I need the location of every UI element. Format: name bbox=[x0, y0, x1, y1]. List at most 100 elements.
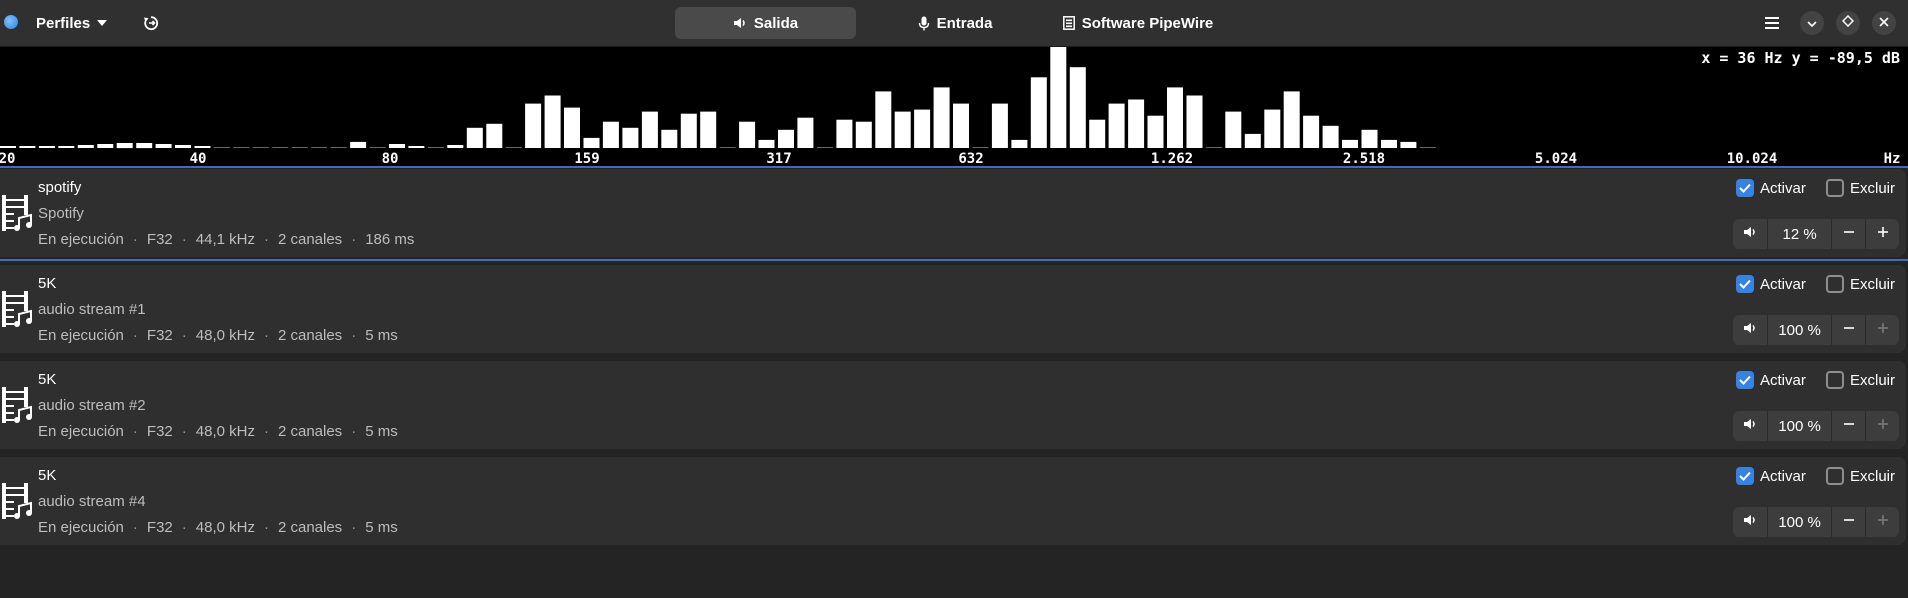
enable-checkbox[interactable]: Activar bbox=[1736, 179, 1806, 197]
spectrum-bar bbox=[175, 145, 191, 148]
exclude-checkbox[interactable]: Excluir bbox=[1826, 467, 1895, 485]
selected-stream-indicator bbox=[0, 259, 1908, 261]
minimize-button[interactable] bbox=[1800, 11, 1824, 35]
stream-subtitle: audio stream #4 bbox=[38, 493, 146, 510]
spectrum-bar bbox=[116, 143, 133, 149]
spectrum-bar bbox=[1205, 147, 1222, 148]
spectrum-bar bbox=[233, 147, 250, 148]
spectrum-bar bbox=[914, 109, 931, 148]
chevron-down-icon bbox=[97, 20, 108, 26]
stream-info: En ejecución · F32 · 48,0 kHz · 2 canales · … bbox=[38, 327, 398, 344]
profiles-label: Perfiles bbox=[36, 14, 91, 32]
spectrum-bar bbox=[1108, 103, 1125, 148]
separator-dot: · bbox=[181, 231, 187, 248]
stream-rate: 44,1 kHz bbox=[195, 231, 255, 248]
tab-entrada[interactable]: Entrada bbox=[900, 7, 1010, 39]
speaker-icon bbox=[1743, 321, 1757, 340]
separator-dot: · bbox=[132, 423, 138, 440]
spectrum-bar bbox=[1225, 111, 1242, 148]
exclude-checkbox[interactable]: Excluir bbox=[1826, 371, 1895, 389]
spectrum-bar bbox=[252, 147, 269, 148]
reset-button[interactable] bbox=[140, 7, 162, 39]
volume-value[interactable]: 100 % bbox=[1768, 514, 1832, 531]
volume-value[interactable]: 12 % bbox=[1768, 226, 1832, 243]
stream-format: F32 bbox=[146, 327, 173, 344]
separator-dot: · bbox=[263, 423, 269, 440]
tab-salida[interactable]: Salida bbox=[675, 7, 856, 39]
plus-icon bbox=[1877, 225, 1889, 243]
spectrum-bar bbox=[1264, 109, 1281, 148]
volume-down-button[interactable] bbox=[1831, 507, 1865, 537]
spectrum-bar bbox=[58, 146, 75, 148]
spectrum-bar bbox=[447, 145, 464, 148]
spectrum-bar bbox=[525, 103, 542, 148]
enable-label: Activar bbox=[1760, 467, 1806, 485]
spectrum-bar bbox=[700, 111, 717, 148]
spectrum-bar bbox=[953, 103, 969, 148]
volume-down-button[interactable] bbox=[1831, 219, 1865, 249]
stream-info: En ejecución · F32 · 48,0 kHz · 2 canales · … bbox=[38, 423, 398, 440]
stream-subtitle: audio stream #1 bbox=[38, 301, 146, 318]
checkbox-checked-icon bbox=[1736, 179, 1754, 197]
checkbox-unchecked-icon bbox=[1826, 467, 1844, 485]
exclude-checkbox[interactable]: Excluir bbox=[1826, 179, 1895, 197]
main-menu-button[interactable] bbox=[1760, 7, 1784, 39]
enable-label: Activar bbox=[1760, 179, 1806, 197]
enable-checkbox[interactable]: Activar bbox=[1736, 371, 1806, 389]
exclude-checkbox[interactable]: Excluir bbox=[1826, 275, 1895, 293]
mute-button[interactable] bbox=[1733, 219, 1768, 249]
stream-subtitle: audio stream #2 bbox=[38, 397, 146, 414]
spectrum-bar bbox=[19, 146, 36, 148]
spectrum-bar bbox=[291, 147, 308, 148]
spectrum-bar bbox=[1361, 129, 1378, 148]
volume-down-button[interactable] bbox=[1831, 411, 1865, 441]
volume-up-button[interactable] bbox=[1865, 507, 1899, 537]
maximize-button[interactable] bbox=[1836, 11, 1860, 35]
exclude-label: Excluir bbox=[1850, 275, 1896, 293]
spectrum-analyzer[interactable]: 20 40 80 159 317 632 1.262 2.518 5.024 10.024 Hz x… bbox=[0, 47, 1908, 166]
enable-checkbox[interactable]: Activar bbox=[1736, 275, 1806, 293]
mute-button[interactable] bbox=[1733, 315, 1768, 345]
spectrum-bar bbox=[408, 146, 425, 148]
volume-down-button[interactable] bbox=[1831, 315, 1865, 345]
mute-button[interactable] bbox=[1733, 411, 1768, 441]
separator-dot: · bbox=[132, 327, 138, 344]
close-button[interactable] bbox=[1872, 11, 1896, 35]
mute-button[interactable] bbox=[1733, 507, 1768, 537]
volume-up-button[interactable] bbox=[1865, 411, 1899, 441]
spectrum-bar bbox=[602, 121, 619, 148]
spectrum-bar bbox=[583, 137, 600, 148]
volume-up-button[interactable] bbox=[1865, 315, 1899, 345]
spectrum-bar bbox=[272, 147, 289, 148]
stream-format: F32 bbox=[146, 423, 173, 440]
chevron-down-icon bbox=[1807, 14, 1817, 32]
spectrum-bar bbox=[1342, 139, 1358, 148]
tab-software-pipewire[interactable]: Software PipeWire bbox=[1050, 7, 1226, 39]
spectrum-bar bbox=[875, 91, 892, 148]
separator-dot: · bbox=[181, 423, 187, 440]
volume-value[interactable]: 100 % bbox=[1768, 418, 1832, 435]
stream-rate: 48,0 kHz bbox=[195, 423, 255, 440]
stream-info: En ejecución · F32 · 44,1 kHz · 2 canales · … bbox=[38, 231, 414, 248]
stream-format: F32 bbox=[146, 519, 173, 536]
spectrum-bar bbox=[97, 144, 114, 148]
separator-dot: · bbox=[181, 519, 187, 536]
separator-dot: · bbox=[132, 231, 138, 248]
enable-checkbox[interactable]: Activar bbox=[1736, 467, 1806, 485]
volume-value[interactable]: 100 % bbox=[1768, 322, 1832, 339]
exclude-label: Excluir bbox=[1850, 371, 1896, 389]
volume-up-button[interactable] bbox=[1865, 219, 1899, 249]
spectrum-bar bbox=[758, 139, 775, 148]
frequency-tick-label: 10.024 bbox=[1727, 151, 1778, 166]
minus-icon bbox=[1843, 417, 1855, 435]
exclude-label: Excluir bbox=[1850, 179, 1896, 197]
enable-label: Activar bbox=[1760, 371, 1806, 389]
profiles-menu-button[interactable]: Perfiles bbox=[36, 7, 122, 39]
stream-card: 5K audio stream #2 En ejecución · F32 · 48… bbox=[0, 361, 1906, 449]
stream-latency: 5 ms bbox=[365, 519, 398, 536]
tab-label: Entrada bbox=[936, 14, 993, 32]
spectrum-bar bbox=[1167, 87, 1183, 148]
separator-dot: · bbox=[351, 519, 357, 536]
checkbox-unchecked-icon bbox=[1826, 275, 1844, 293]
stream-card: 5K audio stream #1 En ejecución · F32 · 48… bbox=[0, 265, 1906, 353]
